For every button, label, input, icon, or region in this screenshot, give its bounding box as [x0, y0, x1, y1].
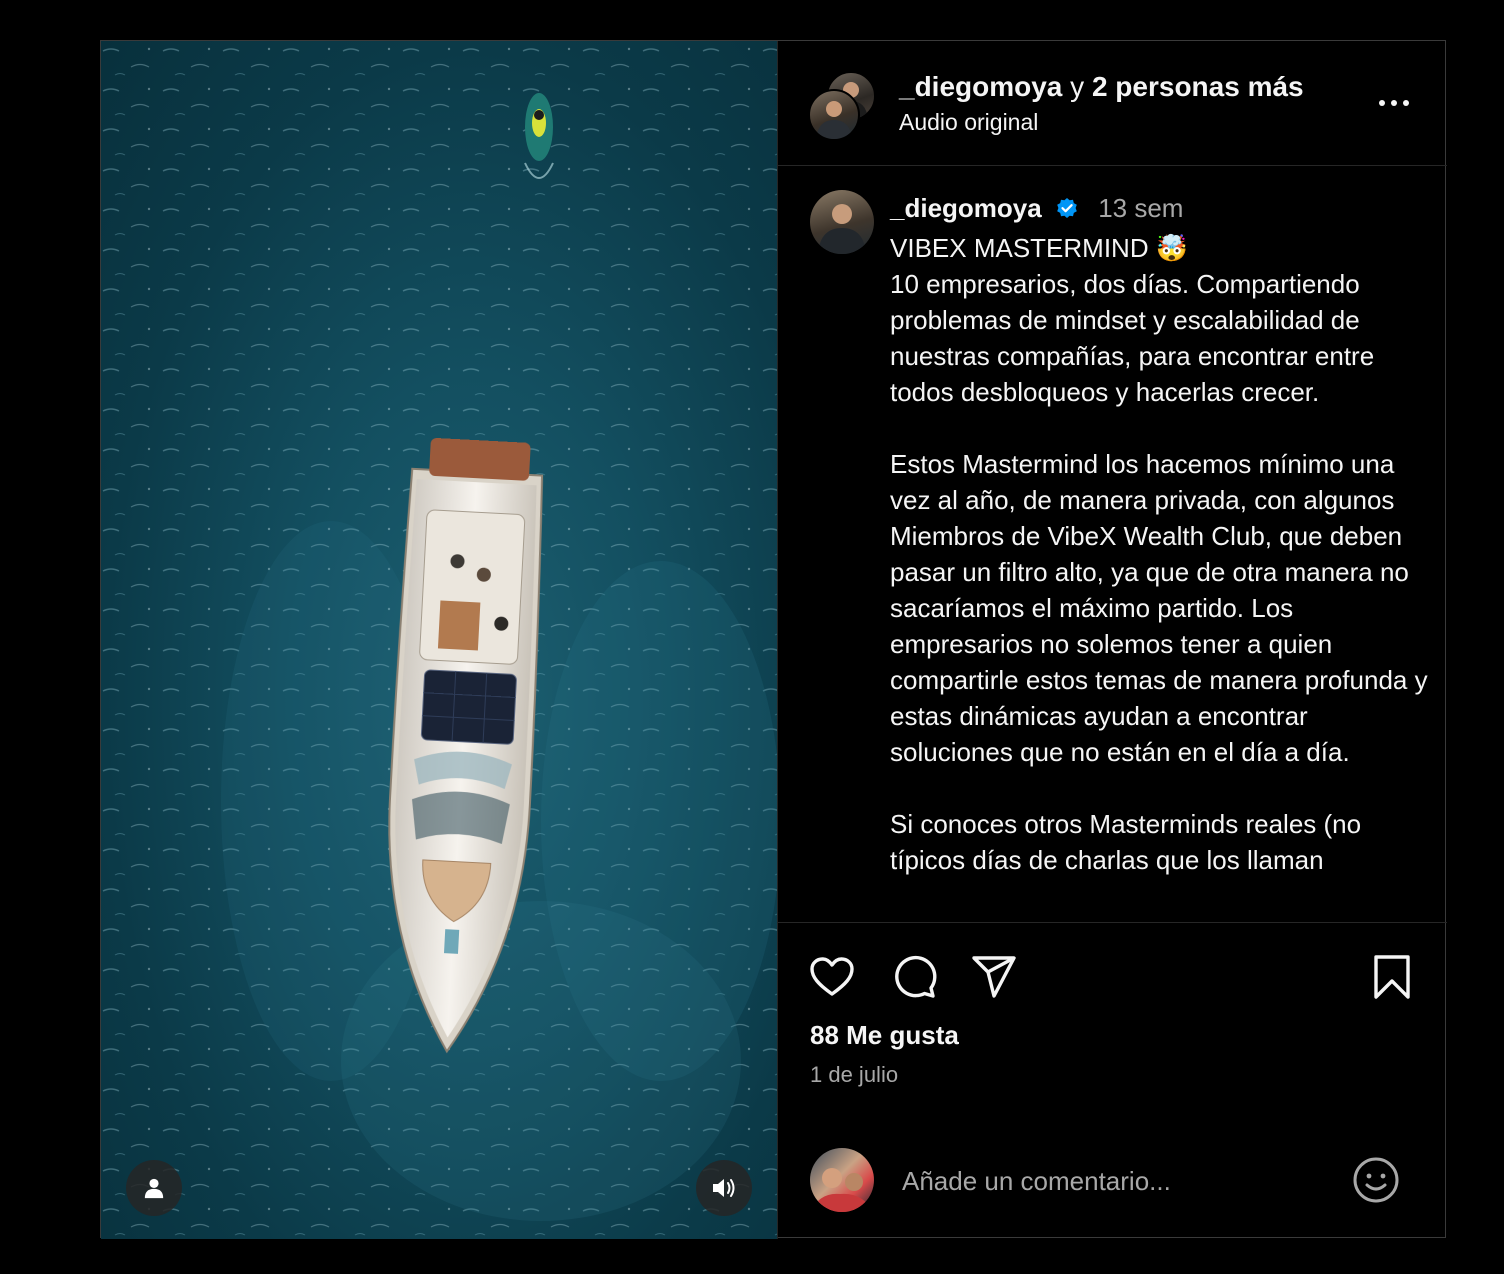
- like-button[interactable]: [808, 953, 856, 1001]
- caption-time[interactable]: 13 sem: [1098, 193, 1183, 223]
- avatar[interactable]: [808, 89, 860, 141]
- avatar[interactable]: [810, 1148, 874, 1212]
- caption: _diegomoya 13 sem VIBEX MASTERMIND 🤯 10 …: [890, 190, 1430, 878]
- yacht-aerial-image: [101, 41, 777, 1239]
- caption-scroll-area[interactable]: _diegomoya 13 sem VIBEX MASTERMIND 🤯 10 …: [778, 166, 1447, 923]
- more-horizontal-icon: [1379, 100, 1409, 106]
- bookmark-icon: [1374, 955, 1410, 999]
- comment-input[interactable]: [900, 1160, 1344, 1202]
- emoji-button[interactable]: [1352, 1156, 1400, 1204]
- avatar[interactable]: [810, 190, 874, 254]
- audio-link[interactable]: Audio original: [899, 109, 1038, 136]
- post-side-panel: _diegomoya y 2 personas más Audio origin…: [777, 41, 1447, 1239]
- share-button[interactable]: [970, 953, 1018, 1001]
- comment-composer: [778, 1146, 1447, 1216]
- mute-button[interactable]: [696, 1160, 752, 1216]
- volume-icon: [713, 1179, 735, 1197]
- header-title: _diegomoya y 2 personas más: [899, 71, 1304, 103]
- collab-avatars[interactable]: [808, 71, 878, 141]
- post-video[interactable]: [101, 41, 777, 1239]
- more-options-button[interactable]: [1374, 93, 1414, 113]
- post-date[interactable]: 1 de julio: [810, 1062, 898, 1088]
- send-icon: [972, 956, 1016, 998]
- comment-icon: [895, 955, 937, 998]
- header-others-link[interactable]: 2 personas más: [1092, 71, 1304, 102]
- comment-button[interactable]: [890, 953, 938, 1001]
- post-header: _diegomoya y 2 personas más Audio origin…: [778, 41, 1447, 166]
- verified-badge-icon: [1055, 194, 1079, 230]
- caption-username-link[interactable]: _diegomoya: [890, 193, 1042, 223]
- emoji-icon: [1353, 1157, 1399, 1203]
- heart-icon: [810, 957, 854, 996]
- action-bar: [778, 953, 1447, 1003]
- caption-meta: _diegomoya 13 sem: [890, 190, 1430, 230]
- header-connector: y: [1070, 71, 1085, 102]
- caption-text: VIBEX MASTERMIND 🤯 10 empresarios, dos d…: [890, 233, 1428, 875]
- save-button[interactable]: [1368, 953, 1416, 1001]
- tag-button[interactable]: [126, 1160, 182, 1216]
- user-tag-icon: [144, 1178, 164, 1199]
- post-dialog: _diegomoya y 2 personas más Audio origin…: [100, 40, 1447, 1239]
- header-username-link[interactable]: _diegomoya: [899, 71, 1062, 102]
- likes-count[interactable]: 88 Me gusta: [810, 1020, 959, 1051]
